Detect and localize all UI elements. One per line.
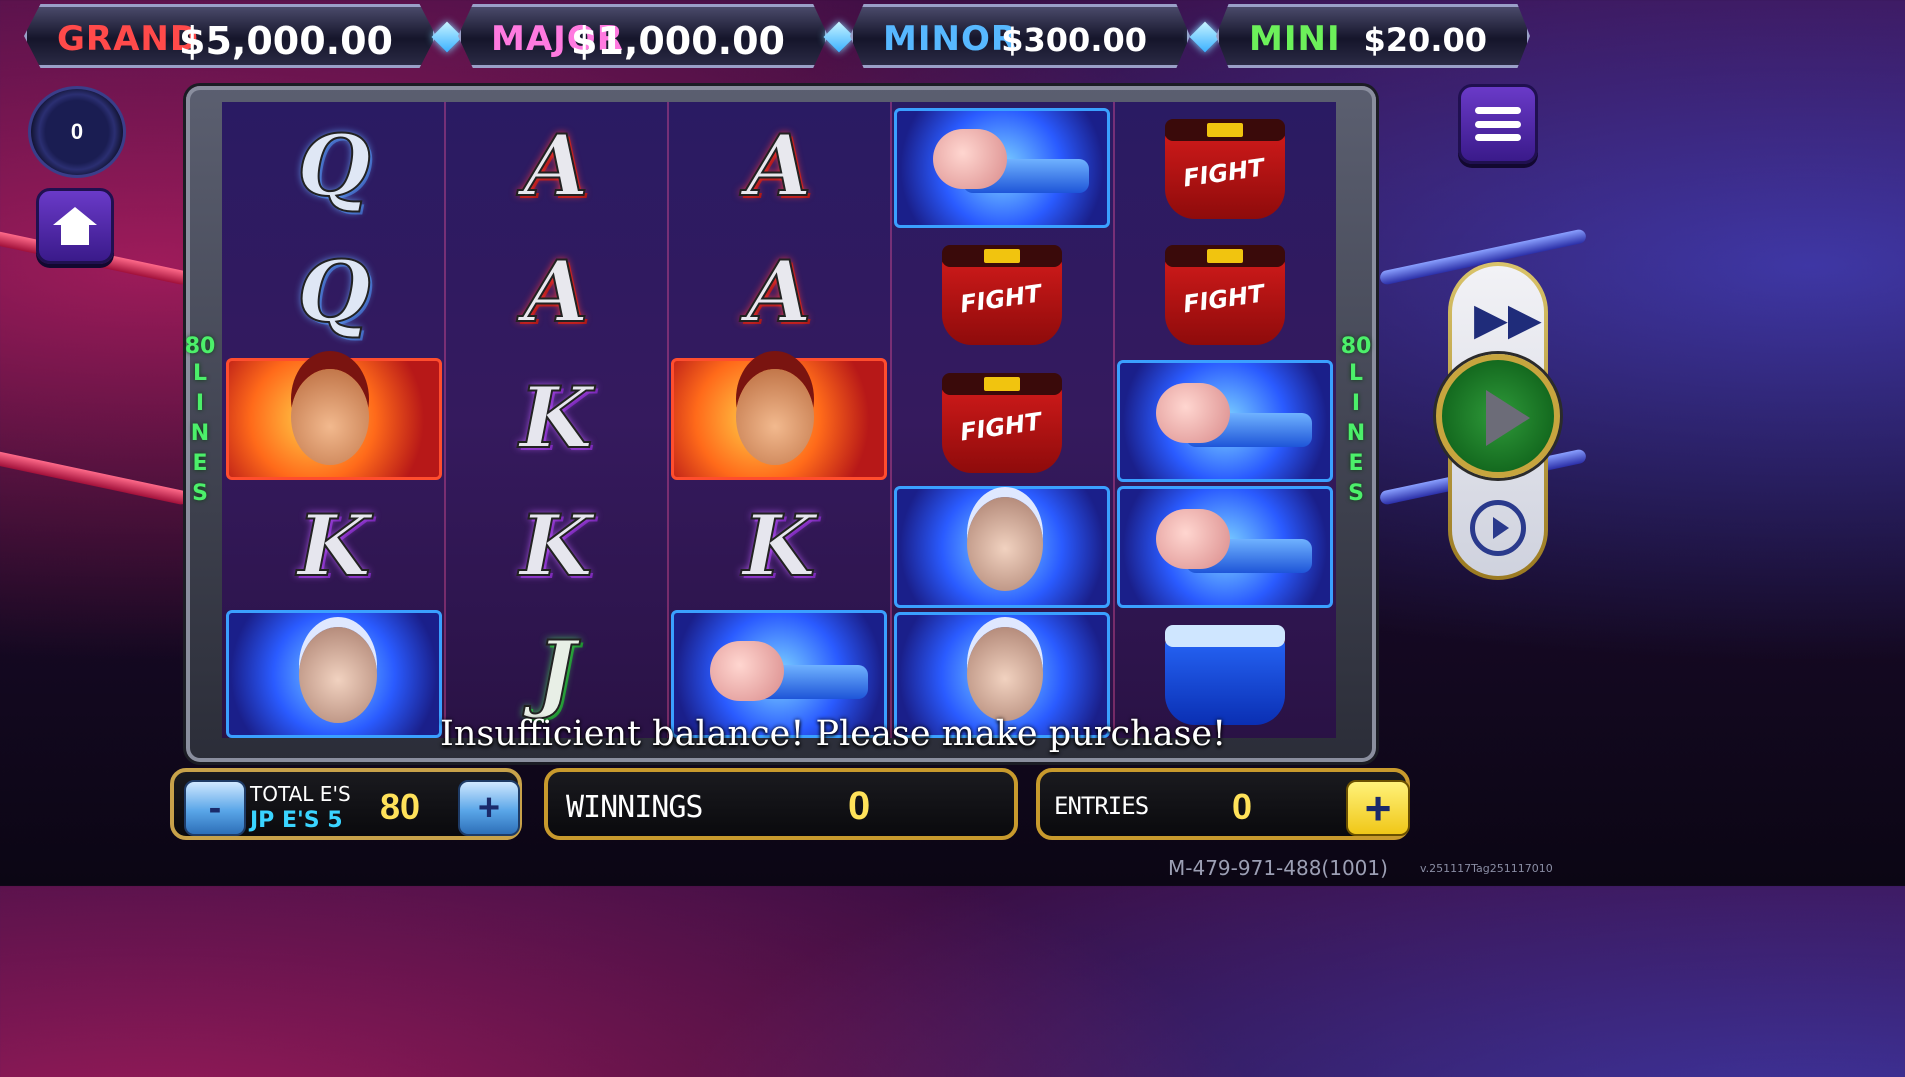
symbol-fist	[894, 108, 1110, 228]
reel-divider	[890, 102, 892, 738]
winnings-panel: WINNINGS 0	[544, 768, 1018, 840]
fist-icon	[710, 641, 784, 701]
diamond-icon	[1189, 21, 1221, 53]
reels-area: Q Q K A A K K J A A K FIGHT FIGHT FIGHT	[222, 102, 1336, 738]
diamond-icon	[823, 21, 855, 53]
fist-icon	[1156, 509, 1230, 569]
fighter-face	[736, 369, 814, 465]
symbol-k: K	[518, 495, 593, 596]
fight-shorts-icon: FIGHT	[1165, 119, 1285, 219]
machine-id: M-479-971-488(1001)	[1168, 856, 1388, 880]
jackpot-value: $300.00	[1001, 21, 1147, 59]
fighter-face	[299, 627, 377, 723]
bet-increase-button[interactable]: +	[458, 780, 520, 836]
paylines-left: 80 LINES	[184, 334, 216, 506]
symbol-a: A	[522, 115, 589, 216]
jackpot-value: $1,000.00	[571, 19, 785, 63]
symbol-red-fight-shorts: FIGHT	[1117, 234, 1333, 356]
jackpot-label: MINI	[1249, 19, 1341, 59]
symbol-white-haired-fighter	[226, 610, 442, 738]
symbol-red-fight-shorts: FIGHT	[894, 234, 1110, 356]
symbol-fist	[1117, 360, 1333, 482]
symbol-q: Q	[296, 241, 371, 342]
symbol-white-haired-fighter	[894, 486, 1110, 608]
symbol-k: K	[296, 495, 371, 596]
reel-divider	[1113, 102, 1115, 738]
jackpot-label: MINOR	[883, 19, 1019, 59]
fighter-face	[967, 497, 1043, 591]
autoplay-button[interactable]	[1470, 500, 1526, 556]
entries-value: 0	[1232, 786, 1253, 827]
fist-icon	[933, 129, 1007, 189]
fighter-face	[967, 627, 1043, 721]
reel-divider	[444, 102, 446, 738]
fight-shorts-icon: FIGHT	[942, 245, 1062, 345]
total-label: TOTAL E'S	[250, 782, 351, 806]
fight-shorts-icon: FIGHT	[942, 373, 1062, 473]
symbol-q: Q	[296, 115, 371, 216]
diamond-icon	[431, 21, 463, 53]
symbol-k: K	[741, 495, 816, 596]
home-icon	[53, 207, 97, 245]
bet-labels: TOTAL E'S JP E'S 5	[250, 782, 351, 833]
ring-rope	[0, 448, 190, 506]
version-label: v.251117Tag251117010	[1420, 862, 1553, 875]
jackpot-value: $20.00	[1363, 21, 1487, 59]
fist-icon	[1156, 383, 1230, 443]
symbol-a: A	[745, 241, 812, 342]
reel-divider	[667, 102, 669, 738]
symbol-a: A	[745, 115, 812, 216]
menu-button[interactable]	[1458, 84, 1538, 164]
symbol-red-fighter	[226, 358, 442, 480]
symbol-red-fight-shorts: FIGHT	[894, 362, 1110, 484]
balance-message: Insufficient balance! Please make purcha…	[440, 714, 1227, 754]
bet-value: 80	[380, 786, 421, 827]
jp-label: JP E'S 5	[250, 808, 343, 833]
entries-label: ENTRIES	[1054, 792, 1149, 820]
add-entries-button[interactable]: +	[1346, 780, 1410, 836]
jackpot-minor: MINOR $300.00	[850, 4, 1190, 68]
symbol-k: K	[518, 367, 593, 468]
blue-shorts-icon	[1165, 625, 1285, 725]
menu-icon	[1475, 107, 1521, 141]
winnings-value: 0	[848, 784, 871, 828]
paylines-right: 80 LINES	[1340, 334, 1372, 506]
spin-counter: 0	[28, 86, 126, 178]
entries-panel: ENTRIES 0 +	[1036, 768, 1410, 840]
jackpot-value: $5,000.00	[179, 19, 393, 63]
winnings-label: WINNINGS	[566, 790, 703, 825]
jackpot-grand: GRAND $5,000.00	[24, 4, 436, 68]
symbol-red-fight-shorts: FIGHT	[1117, 108, 1333, 230]
symbol-a: A	[522, 241, 589, 342]
jackpot-label: GRAND	[57, 19, 200, 59]
home-button[interactable]	[36, 188, 114, 264]
fighter-face	[291, 369, 369, 465]
bet-decrease-button[interactable]: -	[184, 780, 246, 836]
jackpot-major: MAJOR $1,000.00	[458, 4, 828, 68]
spin-button[interactable]	[1436, 354, 1560, 478]
jackpot-mini: MINI $20.00	[1216, 4, 1530, 68]
fight-shorts-icon: FIGHT	[1165, 245, 1285, 345]
symbol-red-fighter	[671, 358, 887, 480]
fast-forward-button[interactable]: ▶▶	[1474, 298, 1542, 342]
bet-panel: - TOTAL E'S JP E'S 5 80 +	[170, 768, 522, 840]
jackpot-bar: GRAND $5,000.00 MAJOR $1,000.00 MINOR $3…	[24, 4, 1532, 72]
symbol-fist	[1117, 486, 1333, 608]
